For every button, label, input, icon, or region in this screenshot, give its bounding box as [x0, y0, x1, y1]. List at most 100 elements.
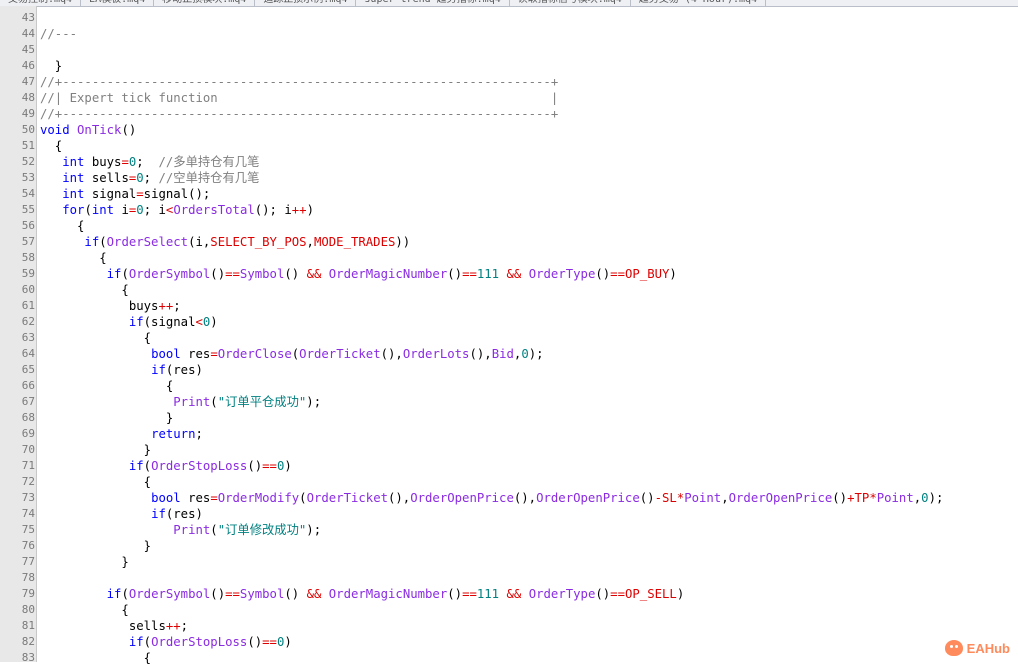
code-token: }: [40, 59, 63, 73]
code-line[interactable]: 57 if(OrderSelect(i,SELECT_BY_POS,MODE_T…: [0, 234, 1018, 250]
code-token: OP_SELL: [624, 587, 677, 601]
code-line[interactable]: 77 }: [0, 554, 1018, 570]
code-text: if(OrderStopLoss()==0): [40, 458, 292, 474]
code-token: ): [210, 315, 218, 329]
code-line[interactable]: 65 if(res): [0, 362, 1018, 378]
code-line[interactable]: 67 Print("订单平仓成功");: [0, 394, 1018, 410]
code-token: &&: [506, 587, 522, 601]
code-line[interactable]: 52 int buys=0; //多单持仓有几笔: [0, 154, 1018, 170]
code-text: {: [40, 330, 151, 346]
code-text: {: [40, 602, 128, 618]
code-token: =: [210, 491, 218, 505]
line-number: 75: [21, 523, 35, 536]
code-line[interactable]: 61 buys++;: [0, 298, 1018, 314]
code-line[interactable]: 73 bool res=OrderModify(OrderTicket(),Or…: [0, 490, 1018, 506]
line-number: 60: [21, 283, 35, 296]
code-token: ==: [610, 267, 625, 281]
code-token: (): [247, 459, 263, 473]
code-token: (): [595, 267, 611, 281]
code-token: {: [40, 651, 152, 665]
code-token: signal: [143, 187, 189, 201]
code-line[interactable]: 82 if(OrderStopLoss()==0): [0, 634, 1018, 650]
code-line[interactable]: 46 }: [0, 58, 1018, 74]
code-line[interactable]: 51 {: [0, 138, 1018, 154]
watermark-text: EAHub: [966, 640, 1010, 656]
code-line[interactable]: 55 for(int i=0; i<OrdersTotal(); i++): [0, 202, 1018, 218]
code-token: {: [40, 379, 174, 393]
code-line[interactable]: 79 if(OrderSymbol()==Symbol() && OrderMa…: [0, 586, 1018, 602]
code-token: return: [151, 427, 196, 441]
line-number: 47: [21, 75, 35, 88]
code-line[interactable]: 58 {: [0, 250, 1018, 266]
code-line[interactable]: 60 {: [0, 282, 1018, 298]
code-token: OrderOpenPrice: [410, 491, 514, 505]
code-line[interactable]: 76 }: [0, 538, 1018, 554]
code-line[interactable]: 56 {: [0, 218, 1018, 234]
code-token: int: [62, 155, 85, 169]
code-token: "订单平仓成功": [217, 395, 307, 409]
code-line[interactable]: 47 //+-----------------------------------…: [0, 74, 1018, 90]
code-line[interactable]: 43: [0, 10, 1018, 26]
file-tab[interactable]: super trend 趋势指标.mq4: [356, 0, 510, 6]
code-text: //| Expert tick function |: [40, 90, 558, 106]
code-line[interactable]: 45: [0, 42, 1018, 58]
code-token: ): [284, 635, 292, 649]
code-line[interactable]: 69 return;: [0, 426, 1018, 442]
code-token: ;: [180, 619, 189, 633]
code-token: ): [284, 459, 292, 473]
file-tab[interactable]: EA模板.mq4: [81, 0, 155, 6]
code-line[interactable]: 75 Print("订单修改成功");: [0, 522, 1018, 538]
code-text: bool res=OrderClose(OrderTicket(),OrderL…: [40, 346, 543, 362]
code-line[interactable]: 63 {: [0, 330, 1018, 346]
code-token: if: [128, 635, 144, 649]
code-line[interactable]: 83 {: [0, 650, 1018, 666]
code-line[interactable]: 74 if(res): [0, 506, 1018, 522]
file-tab[interactable]: 追踪止损示例.mq4: [255, 0, 357, 6]
code-line[interactable]: 49 //+-----------------------------------…: [0, 106, 1018, 122]
code-editor[interactable]: 43 44//--- 45 46 } 47//+--------------------…: [0, 10, 1018, 665]
code-token: (: [210, 395, 218, 409]
code-line[interactable]: 71 if(OrderStopLoss()==0): [0, 458, 1018, 474]
code-token: (): [447, 587, 463, 601]
code-line[interactable]: 53 int sells=0; //空单持仓有几笔: [0, 170, 1018, 186]
code-line[interactable]: 78: [0, 570, 1018, 586]
code-token: );: [306, 523, 322, 537]
code-line[interactable]: 44 //---: [0, 26, 1018, 42]
code-line[interactable]: 62 if(signal<0): [0, 314, 1018, 330]
code-token: ;: [173, 299, 181, 313]
code-token: if: [106, 587, 122, 601]
code-line[interactable]: 64 bool res=OrderClose(OrderTicket(),Ord…: [0, 346, 1018, 362]
code-token: OrderOpenPrice: [536, 491, 640, 505]
code-line[interactable]: 68 }: [0, 410, 1018, 426]
code-token: //| Expert tick function |: [40, 91, 559, 105]
code-line[interactable]: 54 int signal=signal();: [0, 186, 1018, 202]
code-token: signal: [84, 187, 137, 201]
code-line[interactable]: 70 }: [0, 442, 1018, 458]
eahub-watermark: EAHub: [944, 640, 1010, 656]
code-token: (); i: [254, 203, 292, 217]
file-tab[interactable]: 读取指标信号模块.mq4: [510, 0, 631, 6]
code-token: SL: [661, 491, 677, 505]
code-line[interactable]: 48 //| Expert tick function |: [0, 90, 1018, 106]
code-line[interactable]: 50 void OnTick(): [0, 122, 1018, 138]
file-tab[interactable]: 移动止损模块.mq4: [154, 0, 256, 6]
line-number: 62: [21, 315, 35, 328]
code-line[interactable]: 59 if(OrderSymbol()==Symbol() && OrderMa…: [0, 266, 1018, 282]
code-line[interactable]: 80 {: [0, 602, 1018, 618]
code-token: OrderLots: [402, 347, 470, 361]
code-token: (): [595, 587, 611, 601]
code-token: //+-------------------------------------…: [40, 107, 559, 121]
code-line[interactable]: 66 {: [0, 378, 1018, 394]
code-token: for: [62, 203, 85, 217]
code-line[interactable]: 81 sells++;: [0, 618, 1018, 634]
code-token: &&: [306, 267, 322, 281]
code-line[interactable]: 72 {: [0, 474, 1018, 490]
file-tab[interactable]: 趋势交易 (4 Hour).mq4: [631, 0, 767, 6]
code-text: }: [40, 410, 173, 426]
code-token: (),: [513, 491, 537, 505]
